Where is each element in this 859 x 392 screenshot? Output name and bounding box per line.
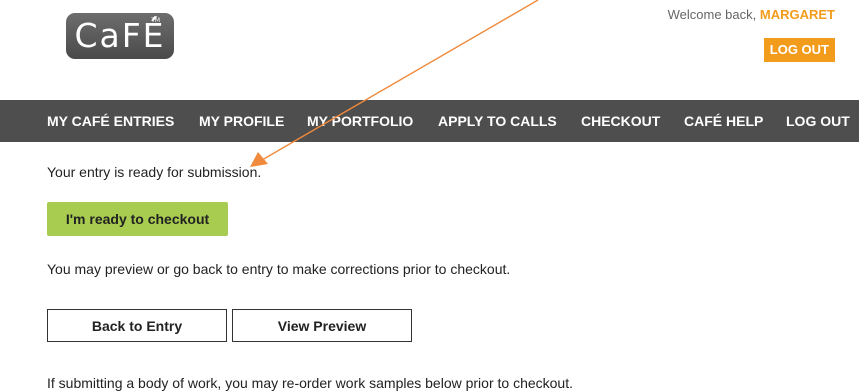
header-logout-button[interactable]: LOG OUT xyxy=(763,38,835,62)
welcome-message: Welcome back, MARGARET xyxy=(668,7,835,22)
ready-to-checkout-button[interactable]: I'm ready to checkout xyxy=(47,202,228,236)
nav-log-out[interactable]: LOG OUT xyxy=(786,100,850,142)
welcome-prefix: Welcome back, xyxy=(667,7,757,22)
nav-cafe-help[interactable]: CAFÉ HELP xyxy=(684,100,763,142)
view-preview-button[interactable]: View Preview xyxy=(232,309,412,342)
user-name: MARGARET xyxy=(759,7,835,22)
nav-apply-to-calls[interactable]: APPLY TO CALLS xyxy=(438,100,557,142)
preview-instructions: You may preview or go back to entry to m… xyxy=(47,261,511,277)
ready-message: Your entry is ready for submission. xyxy=(47,164,262,180)
nav-my-profile[interactable]: MY PROFILE xyxy=(199,100,284,142)
nav-checkout[interactable]: CHECKOUT xyxy=(581,100,660,142)
reorder-instructions: If submitting a body of work, you may re… xyxy=(47,375,573,391)
main-nav: MY CAFÉ ENTRIES MY PROFILE MY PORTFOLIO … xyxy=(0,100,859,142)
nav-my-cafe-entries[interactable]: MY CAFÉ ENTRIES xyxy=(47,100,174,142)
cafe-logo[interactable]: CaFÉ TM xyxy=(66,13,174,59)
back-to-entry-button[interactable]: Back to Entry xyxy=(47,309,227,342)
logo-trademark: TM xyxy=(151,17,160,24)
nav-my-portfolio[interactable]: MY PORTFOLIO xyxy=(307,100,413,142)
